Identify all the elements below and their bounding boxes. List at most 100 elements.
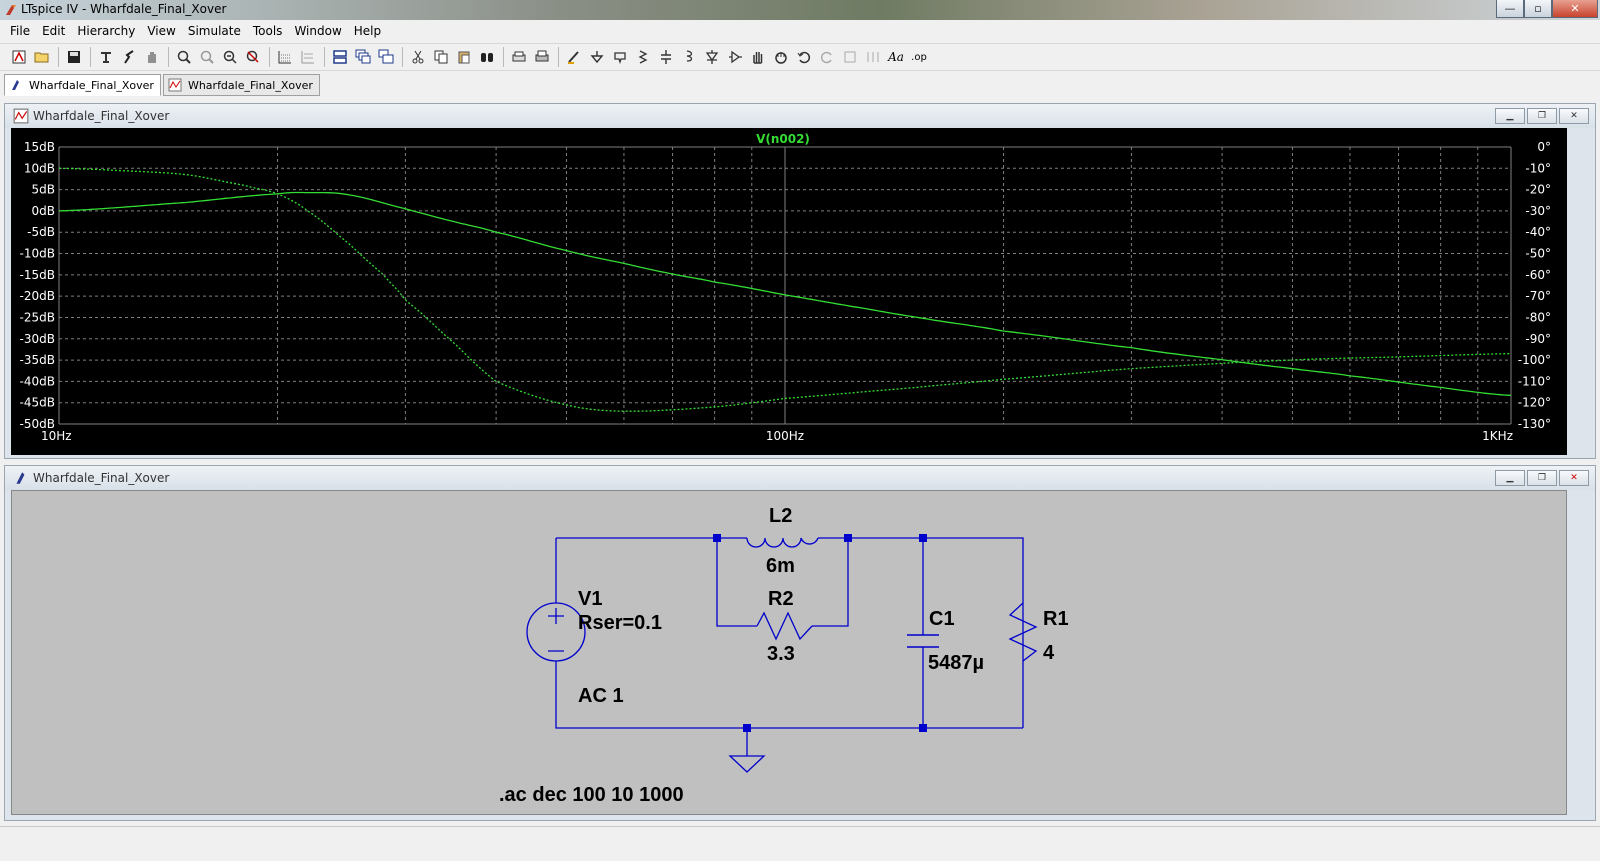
zoom-in-icon[interactable] — [173, 46, 195, 68]
y-right-tick-label: 0° — [1537, 140, 1551, 154]
waveform-minimize-button[interactable]: ▁ — [1495, 108, 1525, 124]
capacitor-icon[interactable] — [655, 46, 677, 68]
zoom-cancel-icon[interactable] — [242, 46, 264, 68]
save-icon[interactable] — [63, 46, 85, 68]
rotate-icon[interactable] — [839, 46, 861, 68]
wire[interactable] — [923, 537, 1024, 728]
schematic-minimize-button[interactable]: ▁ — [1495, 470, 1525, 486]
r2-value-label[interactable]: 3.3 — [767, 643, 795, 665]
waveform-window-titlebar: Wharfdale_Final_Xover ▁ ❐ ✕ — [5, 104, 1595, 128]
schematic-window: Wharfdale_Final_Xover ▁ ❐ ✕ V1 Rser=0.1 … — [4, 465, 1596, 821]
v1-ac-label[interactable]: AC 1 — [578, 685, 624, 707]
move-icon[interactable] — [747, 46, 769, 68]
schematic-svg[interactable]: V1 Rser=0.1 AC 1 L2 6m R2 3.3 C1 5487µ R… — [12, 491, 1566, 814]
text-icon[interactable]: Aa — [885, 46, 907, 68]
c1-value-label[interactable]: 5487µ — [928, 652, 984, 674]
menu-view[interactable]: View — [141, 21, 181, 41]
r2-name-label[interactable]: R2 — [768, 588, 794, 610]
waveform-plot[interactable]: 15dB 0° 10dB -10° 5dB -20° 0dB -30° -5dB -40° -10d… — [11, 128, 1567, 455]
y-right-tick-label: -130° — [1518, 417, 1551, 431]
cut-icon[interactable] — [407, 46, 429, 68]
wire-icon[interactable] — [563, 46, 585, 68]
title-bar: LTspice IV - Wharfdale_Final_Xover — ▫ ✕ — [0, 0, 1600, 20]
paste-icon[interactable] — [453, 46, 475, 68]
zoom-fit-icon[interactable] — [196, 46, 218, 68]
x-tick-label: 1KHz — [1482, 429, 1513, 443]
label-net-icon[interactable] — [609, 46, 631, 68]
component-icon[interactable] — [724, 46, 746, 68]
y-right-tick-label: -60° — [1525, 268, 1551, 282]
menu-hierarchy[interactable]: Hierarchy — [71, 21, 141, 41]
voltage-source-v1[interactable] — [526, 602, 586, 662]
l2-value-label[interactable]: 6m — [766, 555, 795, 577]
junction-dot — [919, 724, 927, 732]
zoom-out-icon[interactable] — [219, 46, 241, 68]
waveform-close-button[interactable]: ✕ — [1559, 108, 1589, 124]
schematic-canvas[interactable]: V1 Rser=0.1 AC 1 L2 6m R2 3.3 C1 5487µ R… — [11, 490, 1567, 815]
pan-hand-icon[interactable] — [141, 46, 163, 68]
schematic-close-button[interactable]: ✕ — [1559, 470, 1589, 486]
print-setup-icon[interactable] — [508, 46, 530, 68]
l2-name-label[interactable]: L2 — [769, 505, 792, 527]
ltspice-app-icon — [6, 5, 16, 15]
y-left-tick-label: -10dB — [20, 247, 55, 261]
schematic-window-title: Wharfdale_Final_Xover — [33, 471, 170, 485]
r1-value-label[interactable]: 4 — [1043, 642, 1055, 664]
tab-waveform[interactable]: Wharfdale_Final_Xover — [162, 74, 320, 96]
print-icon[interactable] — [531, 46, 553, 68]
spice-directive[interactable]: .ac dec 100 10 1000 — [499, 784, 684, 806]
wire[interactable] — [812, 538, 849, 627]
tile-vertical-icon[interactable] — [375, 46, 397, 68]
new-schematic-icon[interactable] — [8, 46, 30, 68]
drag-icon[interactable] — [770, 46, 792, 68]
autorange-icon[interactable] — [274, 46, 296, 68]
cascade-icon[interactable] — [352, 46, 374, 68]
waveform-restore-button[interactable]: ❐ — [1527, 108, 1557, 124]
y-left-tick-label: -40dB — [20, 374, 55, 388]
ground-icon[interactable] — [586, 46, 608, 68]
r1-name-label[interactable]: R1 — [1043, 608, 1069, 630]
trace-label[interactable]: V(n002) — [756, 132, 810, 146]
capacitor-c1[interactable] — [907, 634, 939, 648]
ground-symbol[interactable] — [728, 755, 766, 773]
schematic-restore-button[interactable]: ❐ — [1527, 470, 1557, 486]
undo-icon[interactable] — [793, 46, 815, 68]
diode-icon[interactable] — [701, 46, 723, 68]
open-icon[interactable] — [31, 46, 53, 68]
control-panel-icon[interactable] — [95, 46, 117, 68]
spice-directive-icon[interactable]: .op — [908, 46, 930, 68]
menu-tools[interactable]: Tools — [247, 21, 289, 41]
y-left-tick-label: -20dB — [20, 289, 55, 303]
c1-name-label[interactable]: C1 — [929, 608, 955, 630]
find-icon[interactable] — [476, 46, 498, 68]
tab-schematic[interactable]: Wharfdale_Final_Xover — [4, 74, 161, 96]
menu-file[interactable]: File — [4, 21, 36, 41]
v1-rser-label[interactable]: Rser=0.1 — [578, 612, 662, 634]
mirror-icon[interactable] — [862, 46, 884, 68]
spice-directive-label: .op — [911, 51, 927, 63]
redo-icon[interactable] — [816, 46, 838, 68]
schematic-icon — [12, 80, 19, 90]
inductor-icon[interactable] — [678, 46, 700, 68]
bode-plot-svg[interactable]: 15dB 0° 10dB -10° 5dB -20° 0dB -30° -5dB -40° -10d… — [11, 128, 1567, 455]
y-right-tick-label: -70° — [1525, 289, 1551, 303]
v1-name-label[interactable]: V1 — [578, 588, 602, 610]
copy-icon[interactable] — [430, 46, 452, 68]
schematic-window-titlebar: Wharfdale_Final_Xover ▁ ❐ ✕ — [5, 466, 1595, 490]
tile-horizontal-icon[interactable] — [329, 46, 351, 68]
close-button[interactable]: ✕ — [1552, 0, 1598, 18]
menu-edit[interactable]: Edit — [36, 21, 71, 41]
menu-window[interactable]: Window — [288, 21, 347, 41]
run-icon[interactable] — [118, 46, 140, 68]
menu-simulate[interactable]: Simulate — [182, 21, 247, 41]
y-right-tick-label: -40° — [1525, 225, 1551, 239]
inductor-l2[interactable] — [746, 537, 819, 548]
menu-help[interactable]: Help — [348, 21, 387, 41]
maximize-button[interactable]: ▫ — [1524, 0, 1552, 18]
resistor-r2[interactable] — [756, 611, 813, 641]
grid-icon[interactable] — [297, 46, 319, 68]
minimize-button[interactable]: — — [1496, 0, 1524, 18]
y-left-tick-label: -35dB — [20, 353, 55, 367]
wire[interactable] — [716, 538, 757, 627]
resistor-icon[interactable] — [632, 46, 654, 68]
